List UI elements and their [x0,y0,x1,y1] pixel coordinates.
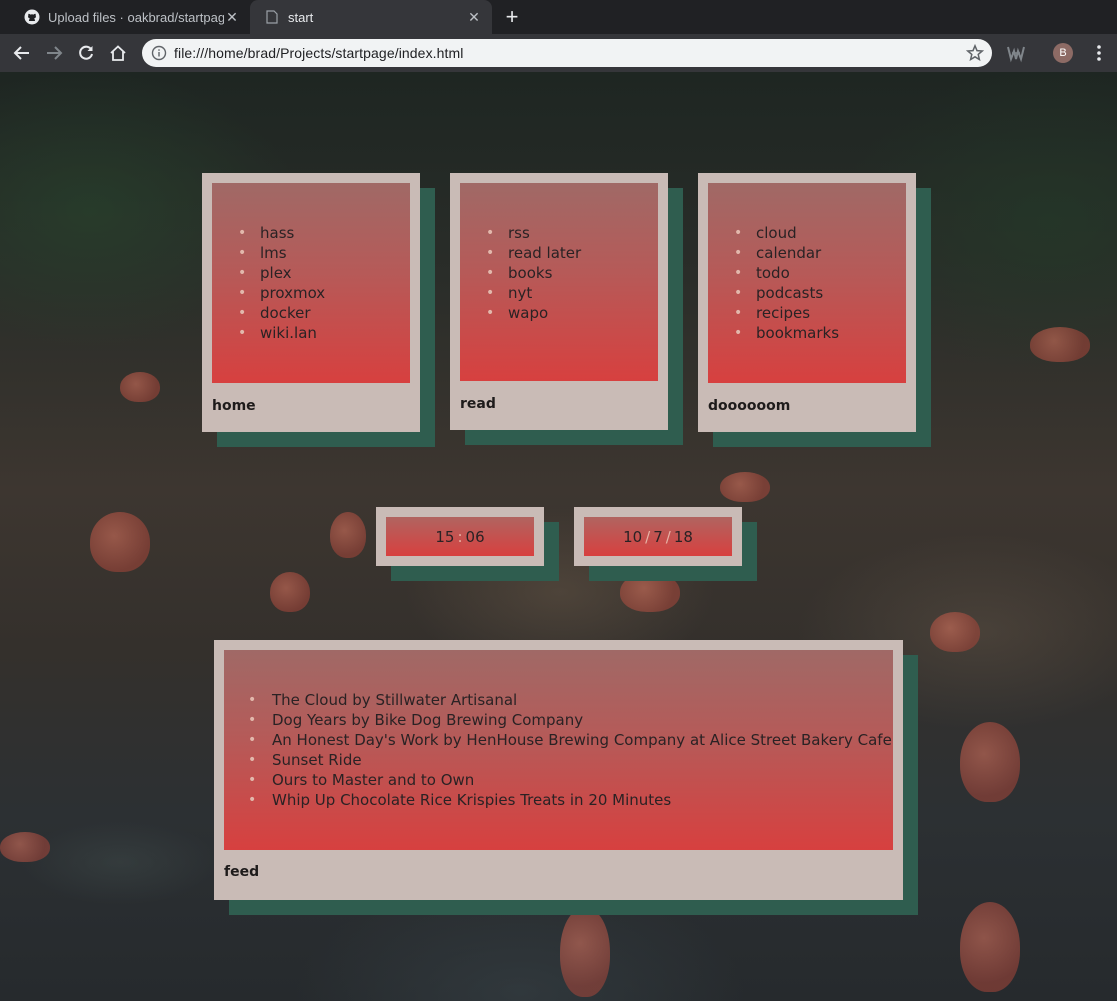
new-tab-button[interactable]: + [502,6,522,28]
link-plex[interactable]: plex [238,263,410,283]
card-feed: The Cloud by Stillwater Artisanal Dog Ye… [214,640,918,915]
date-year: 18 [673,527,693,546]
link-docker[interactable]: docker [238,303,410,323]
page-background: hass lms plex proxmox docker wiki.lan ho… [0,72,1117,1001]
card-caption-feed: feed [224,864,260,880]
tab-title: Upload files · oakbrad/startpage [48,9,224,25]
date-month: 10 [623,527,643,546]
avatar[interactable]: B [1053,43,1073,63]
background-flamingo [1030,327,1090,362]
date-display: 10 / 7 / 18 [584,517,732,556]
back-arrow-icon[interactable] [10,41,34,65]
info-icon[interactable] [151,45,167,61]
background-flamingo [90,512,150,572]
link-read-later[interactable]: read later [486,243,658,263]
card-home: hass lms plex proxmox docker wiki.lan ho… [202,173,435,447]
background-flamingo [960,722,1020,802]
link-proxmox[interactable]: proxmox [238,283,410,303]
background-flamingo [560,907,610,997]
link-lms[interactable]: lms [238,243,410,263]
background-flamingo [120,372,160,402]
card-links-panel: hass lms plex proxmox docker wiki.lan [212,183,410,383]
background-flamingo [930,612,980,652]
background-flamingo [330,512,366,558]
tab-strip: Upload files · oakbrad/startpage ✕ start… [0,0,1117,34]
link-nyt[interactable]: nyt [486,283,658,303]
clock-display: 15 : 06 [386,517,534,556]
forward-arrow-icon[interactable] [42,41,66,65]
background-flamingo [270,572,310,612]
github-icon [24,9,40,25]
extension-icon[interactable] [1006,43,1026,63]
feed-panel: The Cloud by Stillwater Artisanal Dog Ye… [224,650,893,850]
tab-title: start [288,9,314,25]
date-day: 7 [653,527,663,546]
bookmark-star-icon[interactable] [965,43,985,62]
menu-dots-icon[interactable] [1089,43,1109,63]
address-bar[interactable]: file:///home/brad/Projects/startpage/ind… [142,39,992,67]
card-caption-home: home [212,398,256,414]
link-rss[interactable]: rss [486,223,658,243]
link-wiki-lan[interactable]: wiki.lan [238,323,410,343]
home-icon[interactable] [106,41,130,65]
card-caption-read: read [460,396,496,412]
link-wapo[interactable]: wapo [486,303,658,323]
browser-toolbar: file:///home/brad/Projects/startpage/ind… [0,34,1117,72]
link-cloud[interactable]: cloud [734,223,906,243]
close-icon[interactable]: ✕ [466,9,482,25]
tab-upload-files[interactable]: Upload files · oakbrad/startpage ✕ [14,0,250,34]
link-calendar[interactable]: calendar [734,243,906,263]
date-widget: 10 / 7 / 18 [574,507,757,581]
page-icon [264,9,280,25]
clock-separator: : [457,527,463,546]
date-separator: / [645,527,651,546]
card-read: rss read later books nyt wapo read [450,173,683,445]
feed-item[interactable]: Dog Years by Bike Dog Brewing Company [248,710,893,730]
reload-icon[interactable] [74,41,98,65]
url-text[interactable]: file:///home/brad/Projects/startpage/ind… [174,45,464,61]
link-bookmarks[interactable]: bookmarks [734,323,906,343]
feed-item[interactable]: Ours to Master and to Own [248,770,893,790]
feed-list: The Cloud by Stillwater Artisanal Dog Ye… [224,650,893,810]
background-flamingo [720,472,770,502]
background-flamingo [960,902,1020,992]
card-links-panel: cloud calendar todo podcasts recipes boo… [708,183,906,383]
card-caption-doooooom: doooooom [708,398,791,414]
tab-start[interactable]: start ✕ [250,0,492,34]
link-todo[interactable]: todo [734,263,906,283]
link-hass[interactable]: hass [238,223,410,243]
feed-item[interactable]: Sunset Ride [248,750,893,770]
link-list: hass lms plex proxmox docker wiki.lan [212,183,410,343]
link-list: rss read later books nyt wapo [460,183,658,323]
clock-minutes: 06 [465,527,485,546]
feed-item[interactable]: Whip Up Chocolate Rice Krispies Treats i… [248,790,893,810]
feed-item[interactable]: The Cloud by Stillwater Artisanal [248,690,893,710]
card-doooooom: cloud calendar todo podcasts recipes boo… [698,173,931,447]
link-recipes[interactable]: recipes [734,303,906,323]
clock-widget: 15 : 06 [376,507,559,581]
date-separator: / [665,527,671,546]
feed-item[interactable]: An Honest Day's Work by HenHouse Brewing… [248,730,893,750]
close-icon[interactable]: ✕ [224,9,240,25]
clock-hours: 15 [435,527,455,546]
card-links-panel: rss read later books nyt wapo [460,183,658,381]
link-podcasts[interactable]: podcasts [734,283,906,303]
link-list: cloud calendar todo podcasts recipes boo… [708,183,906,343]
background-flamingo [0,832,50,862]
link-books[interactable]: books [486,263,658,283]
